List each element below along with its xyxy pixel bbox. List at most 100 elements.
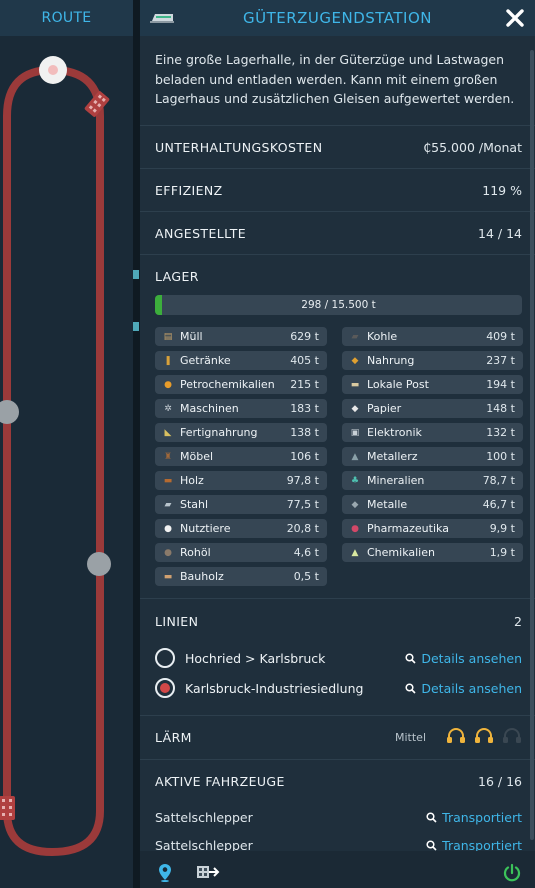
goods-name: Müll [180, 330, 203, 343]
mail-icon: ▬ [350, 379, 360, 390]
details-link[interactable]: Details ansehen [405, 651, 522, 666]
close-icon[interactable] [503, 6, 527, 30]
steel-icon: ▰ [164, 499, 172, 510]
vehicles-section: AKTIVE FAHRZEUGE 16 / 16 Sattelschlepper… [140, 760, 535, 851]
details-link-label[interactable]: Details ansehen [421, 681, 522, 696]
route-header[interactable]: ROUTE [0, 0, 133, 36]
scrollbar[interactable] [530, 50, 534, 840]
goods-item: ✲ Maschinen 183 t [155, 399, 327, 418]
divider-marker [133, 322, 139, 331]
goods-amount: 138 t [290, 426, 319, 439]
goods-item: ◆ Nahrung 237 t [342, 351, 523, 370]
stat-row-employees: ANGESTELLTE 14 / 14 [140, 212, 535, 255]
vehicle-row[interactable]: Sattelschlepper Transportiert [140, 803, 535, 831]
goods-name: Pharmazeutika [367, 522, 449, 535]
goods-item: ▣ Elektronik 132 t [342, 423, 523, 442]
search-icon [405, 652, 416, 664]
goods-name: Holz [180, 474, 204, 487]
drop-icon: ● [164, 379, 172, 390]
goods-name: Metalle [367, 498, 408, 511]
goods-name: Fertignahrung [180, 426, 258, 439]
vehicles-count: 16 / 16 [478, 774, 522, 789]
route-stop[interactable] [87, 552, 111, 576]
trash-icon: ▤ [163, 331, 173, 342]
location-pin-icon[interactable] [158, 863, 172, 882]
goods-item: ▲ Chemikalien 1,9 t [342, 543, 523, 562]
goods-item: ▰ Stahl 77,5 t [155, 495, 327, 514]
vehicle-status[interactable]: Transportiert [442, 810, 522, 825]
minerals-icon: ♣ [350, 475, 360, 486]
goods-amount: 100 t [486, 450, 515, 463]
bottle-icon: ❚ [164, 355, 172, 366]
stat-label: EFFIZIENZ [155, 182, 223, 198]
vehicle-row[interactable]: Sattelschlepper Transportiert [140, 831, 535, 852]
goods-item: ● Nutztiere 20,8 t [155, 519, 327, 538]
search-icon [405, 682, 416, 694]
goods-grid: ▤ Müll 629 t ▰ Kohle 409 t ❚ Getränke 405 t ◆ Nahr… [155, 327, 523, 586]
headphones-icon [447, 727, 465, 743]
goods-item: ▰ Kohle 409 t [342, 327, 523, 346]
goods-amount: 106 t [290, 450, 319, 463]
goods-amount: 194 t [486, 378, 515, 391]
chair-icon: ♜ [163, 451, 173, 462]
vehicle-name: Sattelschlepper [155, 809, 253, 825]
goods-amount: 409 t [486, 330, 515, 343]
stat-value: 14 / 14 [478, 225, 522, 241]
stat-value: 119 % [482, 182, 522, 198]
planks-icon: ▬ [163, 571, 173, 582]
goods-name: Bauholz [180, 570, 224, 583]
goods-item: ▬ Bauholz 0,5 t [155, 567, 327, 586]
goods-amount: 77,5 t [286, 498, 319, 511]
goods-item: ❚ Getränke 405 t [155, 351, 327, 370]
goods-name: Elektronik [367, 426, 422, 439]
route-stop[interactable] [0, 400, 19, 424]
noise-level-indicator [438, 727, 522, 748]
vehicle-status-link[interactable]: Transportiert [426, 838, 522, 852]
search-icon [426, 839, 437, 851]
divider-marker [133, 270, 139, 279]
power-icon[interactable] [502, 863, 522, 883]
route-title: ROUTE [41, 10, 92, 26]
route-vehicle-top[interactable] [84, 90, 110, 117]
lines-section: LINIEN 2 Hochried > Karlsbruck Details a… [140, 599, 535, 716]
station-title: GÜTERZUGENDSTATION [242, 9, 433, 27]
line-radio-selected[interactable] [155, 678, 175, 698]
station-details-scroll[interactable]: Eine große Lagerhalle, in der Güterzüge … [140, 36, 535, 851]
paper-icon: ◆ [351, 403, 359, 414]
goods-amount: 237 t [486, 354, 515, 367]
goods-name: Lokale Post [367, 378, 429, 391]
route-vehicle-bottom[interactable] [0, 796, 15, 820]
ready-food-icon: ◣ [164, 427, 172, 438]
panel-divider [133, 0, 140, 888]
ore-icon: ▲ [351, 451, 359, 462]
line-name: Hochried > Karlsbruck [185, 650, 326, 666]
stat-row-maintenance: UNTERHALTUNGSKOSTEN ₵55.000 /Monat [140, 126, 535, 169]
line-radio[interactable] [155, 648, 175, 668]
goods-name: Petrochemikalien [180, 378, 275, 391]
station-header: GÜTERZUGENDSTATION [140, 0, 535, 36]
lines-count: 2 [514, 613, 522, 629]
station-panel: GÜTERZUGENDSTATION Eine große Lagerhalle… [140, 0, 535, 888]
log-icon: ▬ [163, 475, 173, 486]
vehicle-status-link[interactable]: Transportiert [426, 810, 522, 825]
details-link-label[interactable]: Details ansehen [421, 651, 522, 666]
goods-name: Metallerz [367, 450, 418, 463]
goods-amount: 4,6 t [293, 546, 319, 559]
goods-name: Chemikalien [367, 546, 435, 559]
relocate-building-icon[interactable] [196, 863, 222, 881]
goods-item: ♣ Mineralien 78,7 t [342, 471, 523, 490]
line-row[interactable]: Karlsbruck-Industriesiedlung Details ans… [140, 673, 535, 703]
lines-label: LINIEN [155, 613, 199, 629]
details-link[interactable]: Details ansehen [405, 681, 522, 696]
goods-name: Nutztiere [180, 522, 231, 535]
noise-label: LÄRM [155, 730, 192, 745]
storage-progress-bar: 298 / 15.500 t [155, 295, 522, 315]
goods-item: ▲ Metallerz 100 t [342, 447, 523, 466]
vehicles-label: AKTIVE FAHRZEUGE [155, 774, 285, 789]
goods-name: Nahrung [367, 354, 415, 367]
vehicle-status[interactable]: Transportiert [442, 838, 522, 852]
goods-amount: 148 t [486, 402, 515, 415]
storage-label: LAGER [155, 268, 199, 284]
line-row[interactable]: Hochried > Karlsbruck Details ansehen [140, 643, 535, 673]
goods-amount: 215 t [290, 378, 319, 391]
